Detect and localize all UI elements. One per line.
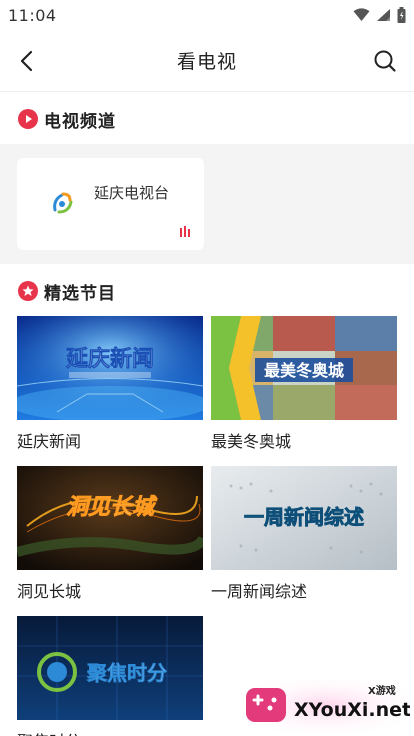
thumb-title-text: 延庆新闻 (65, 346, 154, 372)
app-header: 看电视 (0, 30, 414, 92)
live-indicator-icon (180, 226, 190, 237)
signal-icon (377, 9, 390, 21)
star-icon (18, 281, 38, 301)
program-title: 延庆新闻 (17, 432, 82, 451)
program-card[interactable]: 延庆新闻 延庆新闻 (17, 316, 203, 452)
program-card[interactable]: 一周新闻综述 一周新闻综述 (211, 466, 397, 602)
channel-card[interactable]: 延庆电视台 (17, 158, 204, 250)
channel-strip: 延庆电视台 (0, 144, 414, 264)
featured-programs-title: 精选节目 (44, 283, 116, 304)
search-icon (374, 50, 396, 72)
watermark-brand: XYouXi.net (294, 699, 410, 721)
program-card[interactable]: 最美冬奥城 最美冬奥城 (211, 316, 397, 452)
watermark-small-label: X游戏 (368, 684, 396, 697)
status-icons (353, 7, 406, 23)
program-thumbnail: 延庆新闻 (17, 316, 203, 420)
tv-channels-header: 电视频道 (0, 94, 414, 144)
featured-programs-header: 精选节目 (0, 266, 414, 316)
search-button[interactable] (370, 46, 400, 76)
program-card[interactable]: 洞见长城 洞见长城 (17, 466, 203, 602)
program-thumbnail: 一周新闻综述 (211, 466, 397, 570)
watermark-logo: X游戏 XYouXi.net (242, 678, 411, 734)
thumb-title-text: 一周新闻综述 (244, 505, 364, 529)
status-bar: 11:04 (0, 0, 414, 30)
program-title: 聚焦时分 (17, 728, 203, 736)
program-thumbnail: 最美冬奥城 (211, 316, 397, 420)
wifi-icon (353, 8, 370, 21)
chevron-left-icon (20, 50, 33, 72)
program-thumbnail: 洞见长城 (17, 466, 203, 570)
play-icon (18, 109, 38, 129)
program-title: 洞见长城 (17, 582, 82, 601)
program-title: 一周新闻综述 (211, 582, 308, 601)
back-button[interactable] (12, 45, 40, 77)
thumb-title-text: 最美冬奥城 (264, 361, 344, 380)
program-card[interactable]: 聚焦时分 聚焦时分 (17, 616, 203, 736)
status-time: 11:04 (8, 5, 57, 25)
thumb-title-text: 聚焦时分 (86, 661, 167, 685)
thumb-title-text: 洞见长城 (66, 494, 158, 520)
tv-channels-title: 电视频道 (44, 111, 116, 132)
channel-name: 延庆电视台 (94, 184, 170, 202)
page-title: 看电视 (176, 51, 237, 73)
program-title: 最美冬奥城 (211, 432, 292, 451)
battery-icon (397, 7, 406, 23)
channel-logo (53, 192, 73, 214)
program-thumbnail: 聚焦时分 (17, 616, 203, 720)
